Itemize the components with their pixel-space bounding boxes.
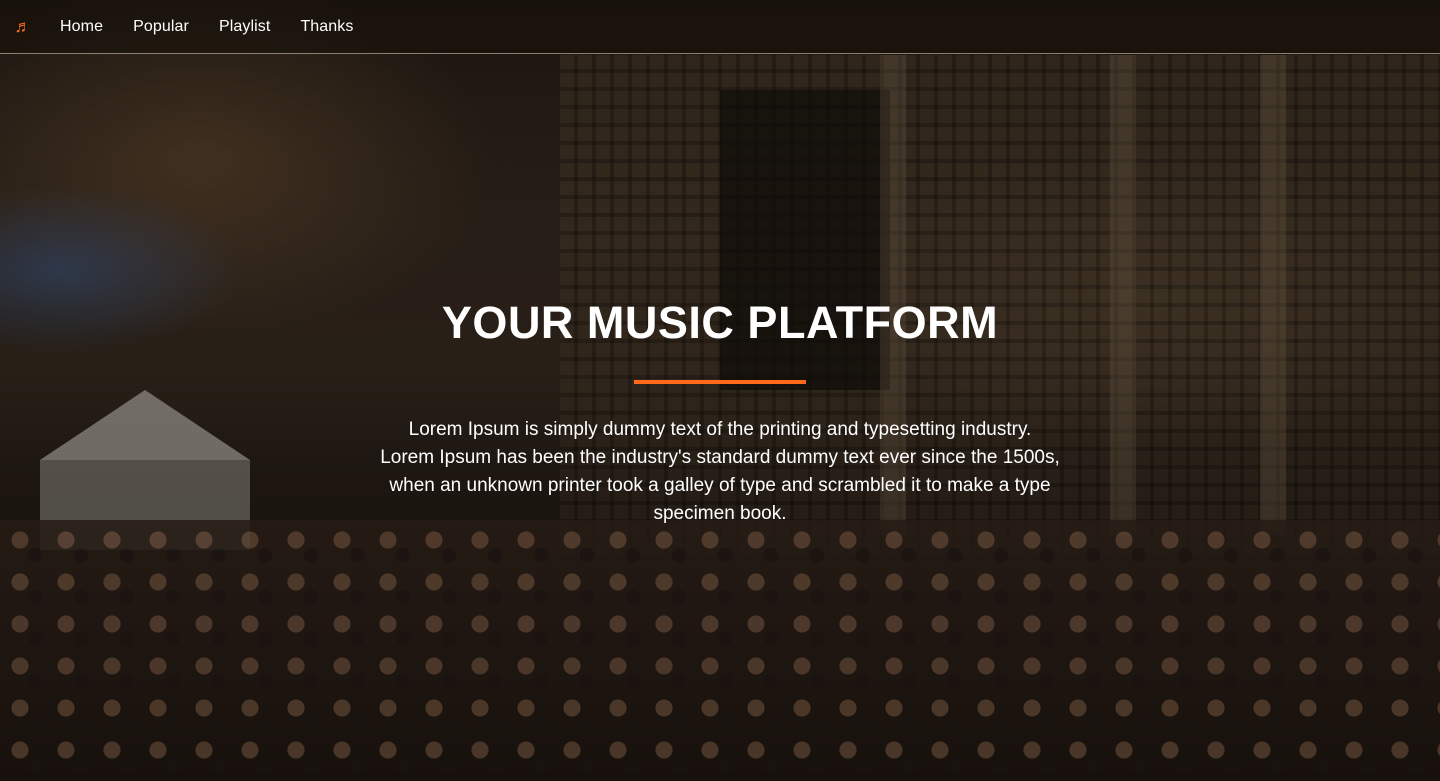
navbar: ♬ Home Popular Playlist Thanks	[0, 0, 1440, 54]
title-divider	[634, 380, 806, 384]
music-note-icon[interactable]: ♬	[0, 17, 46, 37]
hero-title: YOUR MUSIC PLATFORM	[441, 297, 999, 348]
nav-item-popular[interactable]: Popular	[133, 14, 189, 40]
page: ♬ Home Popular Playlist Thanks YOUR MUSI…	[0, 0, 1440, 781]
nav-item-playlist[interactable]: Playlist	[219, 14, 270, 40]
nav-item-thanks[interactable]: Thanks	[300, 14, 353, 40]
nav-item-home[interactable]: Home	[60, 14, 103, 40]
hero-description: Lorem Ipsum is simply dummy text of the …	[380, 419, 1060, 524]
hero-content: YOUR MUSIC PLATFORM Lorem Ipsum is simpl…	[0, 296, 1440, 528]
